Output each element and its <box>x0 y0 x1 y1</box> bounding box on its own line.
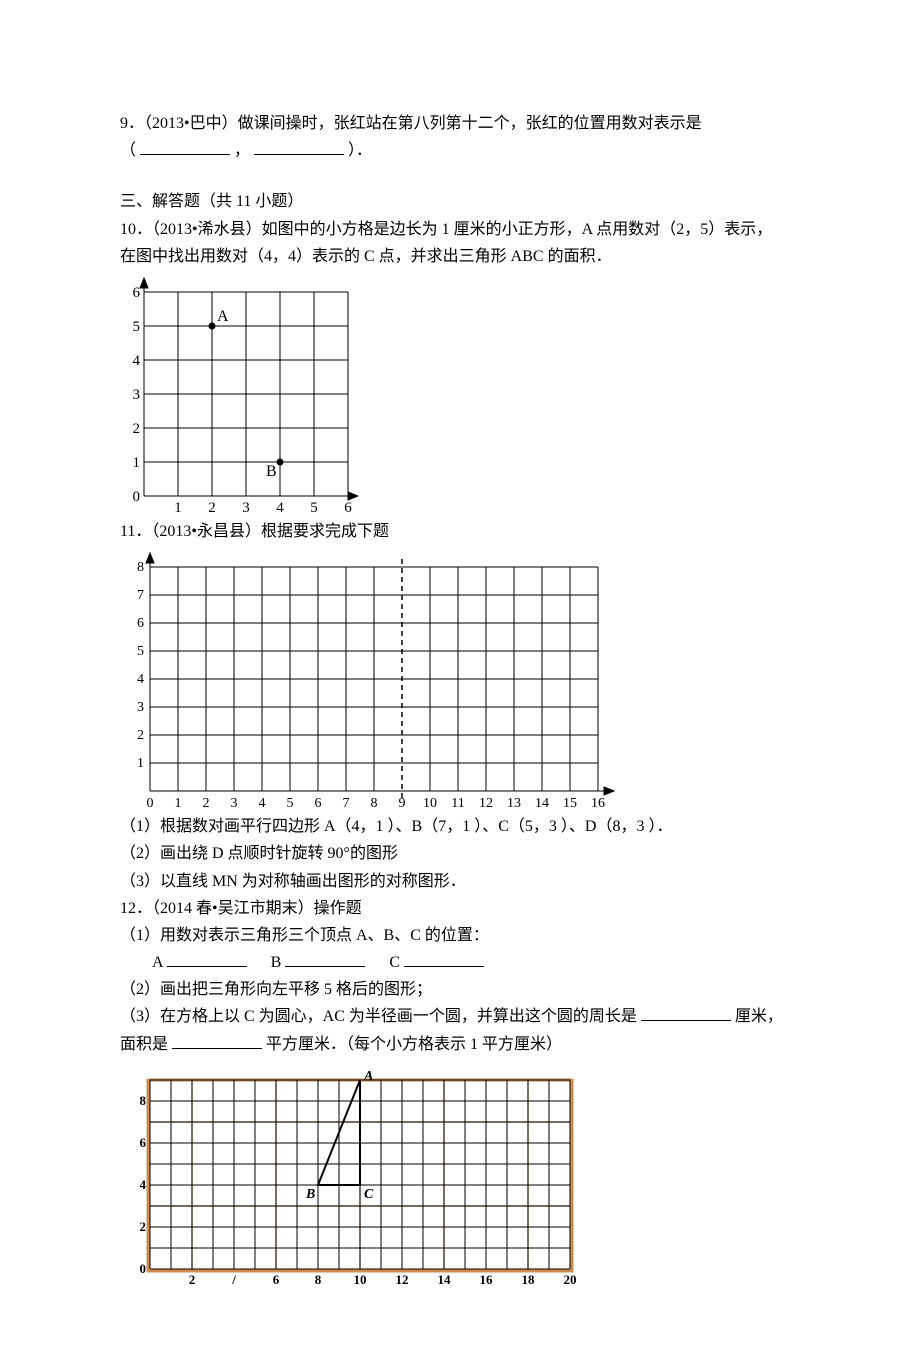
y-tick-3: 3 <box>133 387 141 403</box>
x3-8: 8 <box>315 1272 322 1287</box>
label-b: B <box>266 463 277 480</box>
grid-chart-1: 0 1 2 3 4 5 6 1 2 3 4 5 6 A B <box>120 276 358 516</box>
q12-title: 12．（2014 春•吴江市期末）操作题 <box>120 895 800 922</box>
q12-sub4: 面积是 平方厘米．（每个小方格表示 1 平方厘米） <box>120 1031 800 1058</box>
x2-12: 12 <box>479 796 493 811</box>
x3-18: 18 <box>522 1272 536 1287</box>
x2-6: 6 <box>315 796 322 811</box>
y3-6: 6 <box>140 1135 147 1150</box>
q11-sub2: （2）画出绕 D 点顺时针旋转 90°的图形 <box>120 840 800 867</box>
tri-label-b: B <box>305 1187 315 1202</box>
tri-label-a: A <box>363 1069 373 1084</box>
y3-8: 8 <box>140 1093 147 1108</box>
label-b-text: B <box>271 954 282 971</box>
q9-blank-2[interactable] <box>254 138 344 155</box>
x3-2: 2 <box>189 1272 196 1287</box>
y2-6: 6 <box>137 616 144 631</box>
open-paren: （ <box>120 142 136 159</box>
x-tick-1: 1 <box>174 500 182 516</box>
x3-20: 20 <box>564 1272 577 1287</box>
x3-16: 16 <box>480 1272 494 1287</box>
x-tick-3: 3 <box>242 500 250 516</box>
y2-2: 2 <box>137 728 144 743</box>
x2-15: 15 <box>563 796 577 811</box>
q11-figure: 1 2 3 4 5 6 7 8 0 1 2 3 4 5 6 7 8 9 <box>120 551 800 811</box>
page: 9．（2013•巴中）做课间操时，张红站在第八列第十二个，张红的位置用数对表示是… <box>0 0 920 1351</box>
q12-blank-area[interactable] <box>172 1032 262 1049</box>
q9-line2: （ ， ）． <box>120 137 800 164</box>
x-tick-2: 2 <box>208 500 216 516</box>
y-tick-1: 1 <box>133 455 141 471</box>
y2-1: 1 <box>137 756 144 771</box>
x3-12: 12 <box>396 1272 409 1287</box>
y-tick-6: 6 <box>133 285 141 301</box>
x-tick-6: 6 <box>344 500 352 516</box>
x2-0: 0 <box>147 796 154 811</box>
y3-4: 4 <box>140 1177 147 1192</box>
x2-8: 8 <box>371 796 378 811</box>
y2-4: 4 <box>137 672 144 687</box>
y3-0: 0 <box>140 1261 147 1276</box>
q12-abc-line: A B C <box>120 949 800 976</box>
q10-line1: 10．（2013•浠水县）如图中的小方格是边长为 1 厘米的小正方形，A 点用数… <box>120 216 800 243</box>
q12-sub2: （2）画出把三角形向左平移 5 格后的图形； <box>120 976 800 1003</box>
q12-blank-b[interactable] <box>285 950 365 967</box>
x2-13: 13 <box>507 796 521 811</box>
label-c-text: C <box>389 954 400 971</box>
q11-sub1: （1）根据数对画平行四边形 A（4，1 ）、B（7，1 ）、C（5，3 ）、D（… <box>120 813 800 840</box>
x3-4: / <box>231 1272 236 1287</box>
q12-sub3b: 厘米， <box>735 1008 783 1025</box>
y-tick-4: 4 <box>133 353 141 369</box>
point-b <box>277 458 284 465</box>
label-a-text: A <box>152 954 163 971</box>
section-3-heading: 三、解答题（共 11 小题） <box>120 188 800 215</box>
q10-figure: 0 1 2 3 4 5 6 1 2 3 4 5 6 A B <box>120 276 800 516</box>
q11-title: 11．（2013•永昌县）根据要求完成下题 <box>120 518 800 545</box>
q12-sub3a: （3）在方格上以 C 为圆心，AC 为半径画一个圆，并算出这个圆的周长是 <box>120 1008 637 1025</box>
x3-6: 6 <box>273 1272 280 1287</box>
x-tick-4: 4 <box>276 500 284 516</box>
label-a: A <box>217 308 229 325</box>
q12-sub3: （3）在方格上以 C 为圆心，AC 为半径画一个圆，并算出这个圆的周长是 厘米， <box>120 1003 800 1030</box>
x2-9: 9 <box>399 796 406 811</box>
y2-5: 5 <box>137 644 144 659</box>
x2-4: 4 <box>259 796 266 811</box>
q9-comma: ， <box>234 142 250 159</box>
y3-2: 2 <box>140 1219 147 1234</box>
x2-11: 11 <box>451 796 464 811</box>
x3-14: 14 <box>438 1272 452 1287</box>
point-a <box>209 322 216 329</box>
y-tick-2: 2 <box>133 421 141 437</box>
x-tick-5: 5 <box>310 500 318 516</box>
q12-blank-perimeter[interactable] <box>641 1004 731 1021</box>
close-paren: ）． <box>348 142 372 159</box>
y2-3: 3 <box>137 700 144 715</box>
y2-7: 7 <box>137 588 144 603</box>
q9-line1: 9．（2013•巴中）做课间操时，张红站在第八列第十二个，张红的位置用数对表示是 <box>120 110 800 137</box>
y2-8: 8 <box>137 560 144 575</box>
q12-sub4b: 平方厘米．（每个小方格表示 1 平方厘米） <box>266 1036 562 1053</box>
x2-7: 7 <box>343 796 350 811</box>
x2-16: 16 <box>591 796 605 811</box>
x2-3: 3 <box>231 796 238 811</box>
q11-sub3: （3）以直线 MN 为对称轴画出图形的对称图形． <box>120 868 800 895</box>
x2-1: 1 <box>175 796 182 811</box>
x2-10: 10 <box>423 796 437 811</box>
q12-figure: A B C 0 2 4 6 8 2 / 6 8 10 12 14 16 <box>120 1064 590 1289</box>
q12-sub1: （1）用数对表示三角形三个顶点 A、B、C 的位置： <box>120 922 800 949</box>
y-tick-5: 5 <box>133 319 141 335</box>
grid-chart-3: A B C 0 2 4 6 8 2 / 6 8 10 12 14 16 <box>120 1064 590 1289</box>
x2-14: 14 <box>535 796 549 811</box>
x2-2: 2 <box>203 796 210 811</box>
q12-blank-c[interactable] <box>404 950 484 967</box>
x3-10: 10 <box>354 1272 367 1287</box>
x2-5: 5 <box>287 796 294 811</box>
q12-blank-a[interactable] <box>167 950 247 967</box>
q10-line2: 在图中找出用数对（4，4）表示的 C 点，并求出三角形 ABC 的面积． <box>120 243 800 270</box>
q12-sub4a: 面积是 <box>120 1036 168 1053</box>
tri-label-c: C <box>364 1187 374 1202</box>
q9-blank-1[interactable] <box>140 138 230 155</box>
grid-chart-2: 1 2 3 4 5 6 7 8 0 1 2 3 4 5 6 7 8 9 <box>120 551 620 811</box>
y-tick-0: 0 <box>133 489 141 505</box>
